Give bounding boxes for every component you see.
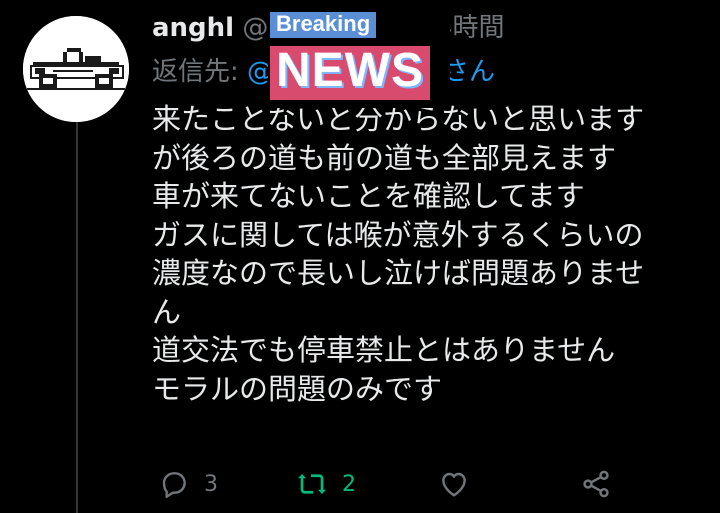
body-line: ん bbox=[152, 294, 182, 329]
body-line: ガスに関しては喉が意外するくらいの bbox=[152, 217, 644, 252]
tweet-body: 来たことないと分からないと思います が後ろの道も前の道も全部見えます 車が来てな… bbox=[152, 100, 692, 408]
body-line: モラルの問題のみです bbox=[152, 371, 443, 406]
reply-button[interactable]: 3 bbox=[158, 460, 218, 508]
handle[interactable]: @ bbox=[242, 13, 268, 43]
reply-count: 3 bbox=[204, 471, 218, 497]
retweet-icon bbox=[298, 474, 326, 494]
share-button[interactable] bbox=[580, 460, 612, 508]
reply-label: 返信先: bbox=[152, 57, 239, 87]
retweet-button[interactable]: 2 bbox=[296, 460, 356, 508]
like-button[interactable] bbox=[438, 460, 484, 508]
body-line: 道交法でも停車禁止とはありません bbox=[152, 333, 616, 367]
breaking-label: Breaking bbox=[270, 12, 377, 38]
username[interactable]: anghl bbox=[152, 13, 234, 43]
share-icon bbox=[583, 470, 609, 498]
avatar[interactable] bbox=[23, 16, 129, 122]
news-label: NEWS bbox=[270, 46, 430, 100]
body-line: 車が来てないことを確認してます bbox=[152, 179, 585, 213]
heart-icon bbox=[442, 472, 466, 497]
action-bar: 3 2 bbox=[152, 460, 622, 508]
speech-bubble-icon bbox=[162, 472, 186, 498]
retweet-count: 2 bbox=[342, 471, 356, 497]
body-line: が後ろの道も前の道も全部見えます bbox=[152, 140, 617, 175]
car-avatar-image bbox=[23, 16, 129, 122]
body-line: 濃度なので長いし泣けば問題ありませ bbox=[152, 256, 645, 290]
thread-line bbox=[76, 122, 78, 513]
